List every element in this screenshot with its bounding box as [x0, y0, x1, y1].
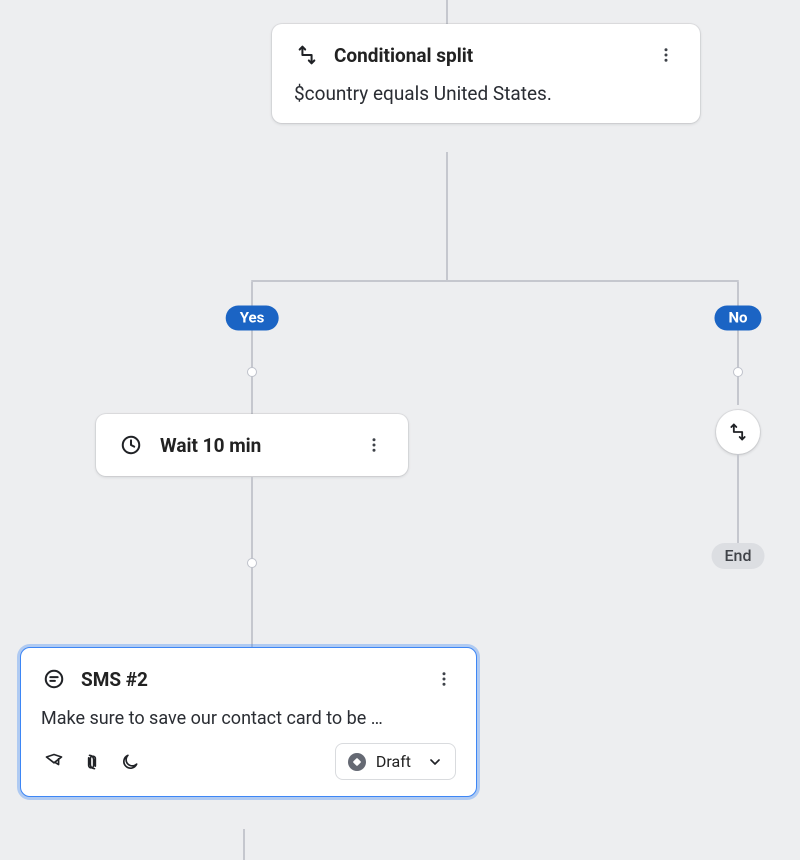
connector-junction [733, 367, 743, 377]
add-split-node-button[interactable] [716, 410, 760, 454]
status-label: Draft [376, 752, 411, 771]
flow-connector [737, 282, 739, 405]
card-title: Conditional split [334, 44, 640, 67]
flow-connector [446, 152, 448, 280]
flow-connector [251, 282, 253, 417]
status-dropdown[interactable]: Draft [335, 743, 456, 780]
quiet-hours-icon [117, 749, 143, 775]
flow-connector [737, 454, 739, 545]
split-icon [294, 42, 320, 68]
branch-label-yes: Yes [226, 306, 279, 331]
connector-junction [247, 558, 257, 568]
flow-connector [446, 0, 448, 24]
wait-card[interactable]: Wait 10 min [96, 414, 408, 476]
attachment-icon [79, 749, 105, 775]
sms-card[interactable]: SMS #2 Make sure to save our contact car… [20, 647, 477, 797]
sms-preview-text: Make sure to save our contact card to be… [41, 708, 456, 729]
conditional-split-card[interactable]: Conditional split $country equals United… [272, 24, 700, 123]
connector-junction [247, 367, 257, 377]
split-condition-text: $country equals United States. [294, 82, 678, 105]
flow-connector [251, 280, 739, 282]
more-vertical-icon [365, 436, 383, 454]
card-options-button[interactable] [654, 43, 678, 67]
more-vertical-icon [657, 46, 675, 64]
card-title: SMS #2 [81, 668, 418, 691]
status-dot-icon [348, 753, 366, 771]
split-icon [728, 422, 748, 442]
branch-end-label: End [712, 543, 765, 569]
branch-label-no: No [714, 306, 761, 331]
card-options-button[interactable] [432, 667, 456, 691]
chevron-down-icon [427, 754, 443, 770]
consent-icon [41, 749, 67, 775]
more-vertical-icon [435, 670, 453, 688]
chat-icon [41, 666, 67, 692]
card-title: Wait 10 min [160, 434, 346, 457]
card-options-button[interactable] [362, 433, 386, 457]
clock-icon [118, 432, 144, 458]
flow-connector [243, 829, 245, 860]
